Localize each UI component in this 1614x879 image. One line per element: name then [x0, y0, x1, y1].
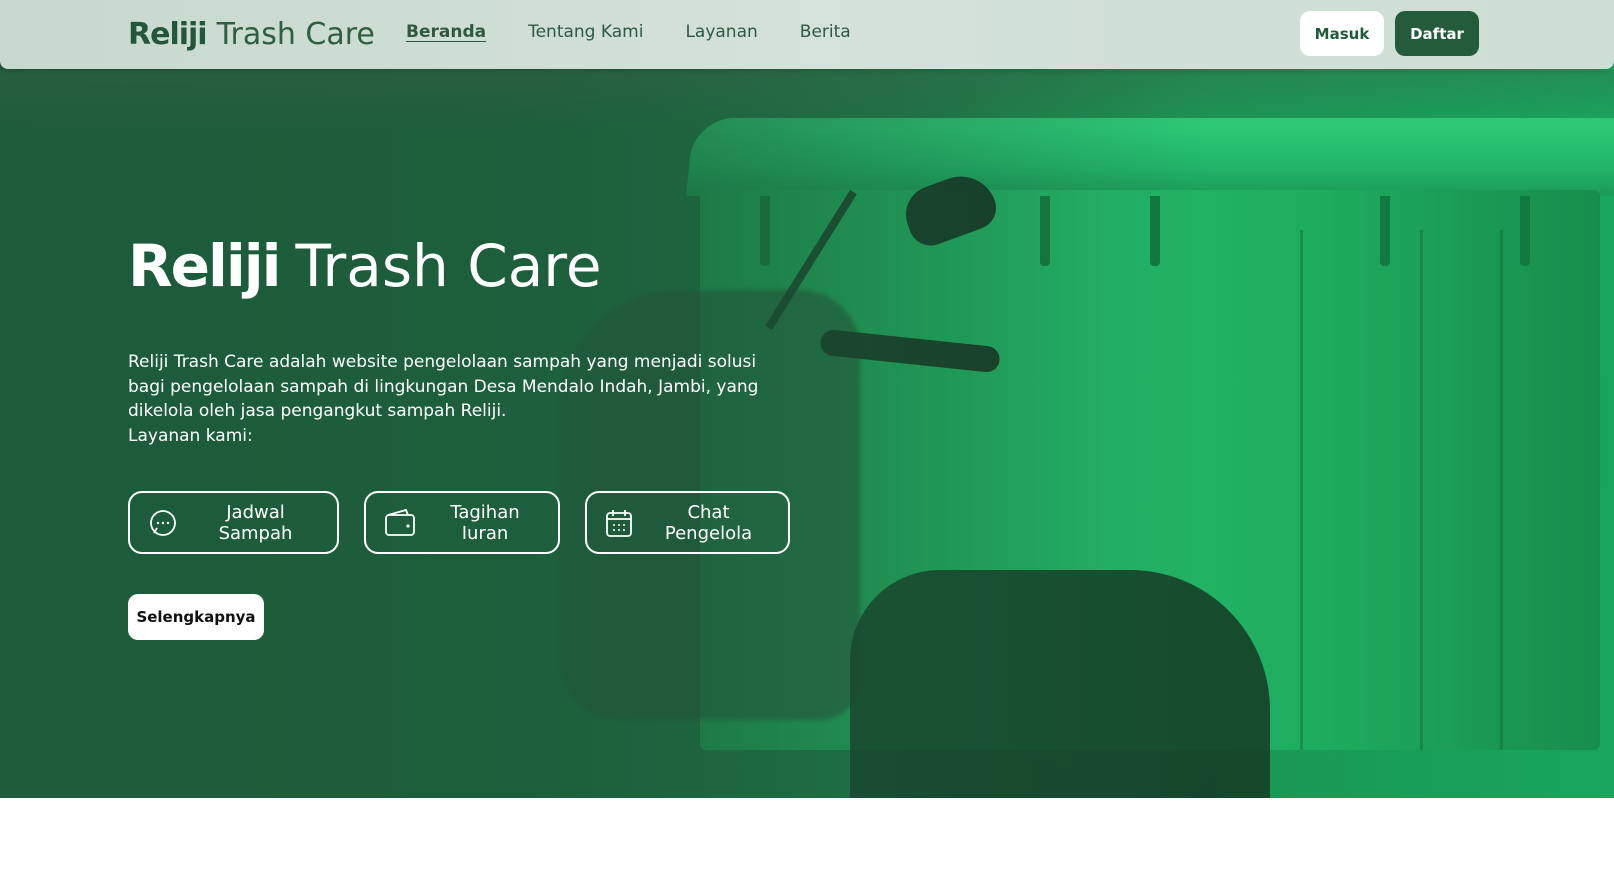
- service-button-jadwal-sampah[interactable]: Jadwal Sampah: [128, 491, 339, 554]
- brand[interactable]: Reliji Trash Care: [128, 14, 375, 54]
- hero-description-text: Reliji Trash Care adalah website pengelo…: [128, 352, 759, 421]
- service-buttons: Jadwal Sampah Tagihan Iuran Chat Pengelo…: [128, 491, 815, 554]
- calendar-icon: [606, 509, 632, 537]
- brand-logo: Reliji: [128, 16, 208, 52]
- nav-link-berita[interactable]: Berita: [800, 22, 851, 42]
- navbar: Reliji Trash Care Beranda Tentang Kami L…: [0, 0, 1614, 69]
- hero-section: Reliji Trash Care Reliji Trash Care adal…: [0, 0, 1614, 798]
- login-button[interactable]: Masuk: [1300, 11, 1384, 56]
- service-label: Chat Pengelola: [664, 501, 753, 544]
- nav-link-tentang-kami[interactable]: Tentang Kami: [528, 22, 643, 42]
- service-label: Jadwal Sampah: [218, 501, 293, 544]
- hero-logo: Reliji: [128, 232, 282, 300]
- brand-name: Trash Care: [216, 16, 375, 52]
- wallet-icon: [385, 508, 415, 536]
- nav-link-layanan[interactable]: Layanan: [685, 22, 757, 42]
- register-button[interactable]: Daftar: [1395, 11, 1479, 56]
- nav-links: Beranda Tentang Kami Layanan Berita: [406, 22, 893, 42]
- chat-bubble-icon: [150, 509, 176, 536]
- hero-title-text: Trash Care: [295, 232, 602, 300]
- services-intro: Layanan kami:: [128, 425, 253, 446]
- read-more-button[interactable]: Selengkapnya: [128, 594, 264, 640]
- hero-title: Reliji Trash Care: [128, 232, 602, 300]
- hero-top-fade: [0, 70, 1614, 130]
- service-button-tagihan-iuran[interactable]: Tagihan Iuran: [364, 491, 560, 554]
- hero-description: Reliji Trash Care adalah website pengelo…: [128, 350, 788, 448]
- service-label: Tagihan Iuran: [450, 501, 520, 544]
- nav-link-beranda[interactable]: Beranda: [406, 22, 486, 42]
- service-button-chat-pengelola[interactable]: Chat Pengelola: [585, 491, 790, 554]
